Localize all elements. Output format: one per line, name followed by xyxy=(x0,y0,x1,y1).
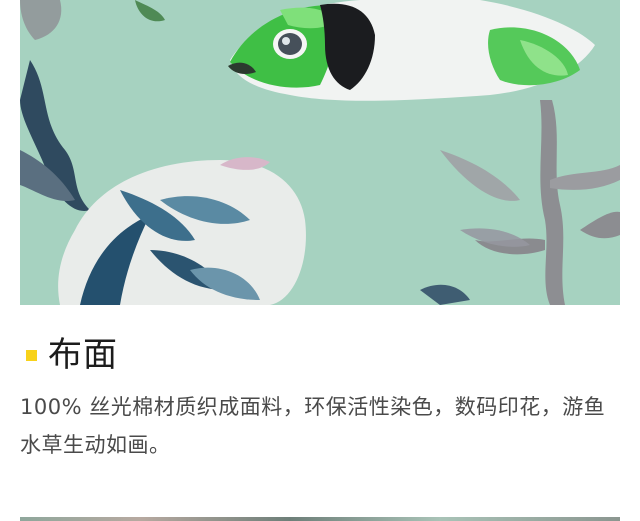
section-description: 100% 丝光棉材质织成面料，环保活性染色，数码印花，游鱼水草生动如画。 xyxy=(20,395,606,457)
next-photo-edge xyxy=(20,517,620,521)
fabric-print-illustration xyxy=(20,0,620,305)
heading-marker xyxy=(26,349,37,361)
fabric-section: 布面 100% 丝光棉材质织成面料，环保活性染色，数码印花，游鱼水草生动如画。 xyxy=(20,330,620,457)
section-title: 布面 xyxy=(48,335,118,375)
fabric-closeup-photo xyxy=(20,0,620,305)
section-heading: 布面 xyxy=(20,330,620,380)
